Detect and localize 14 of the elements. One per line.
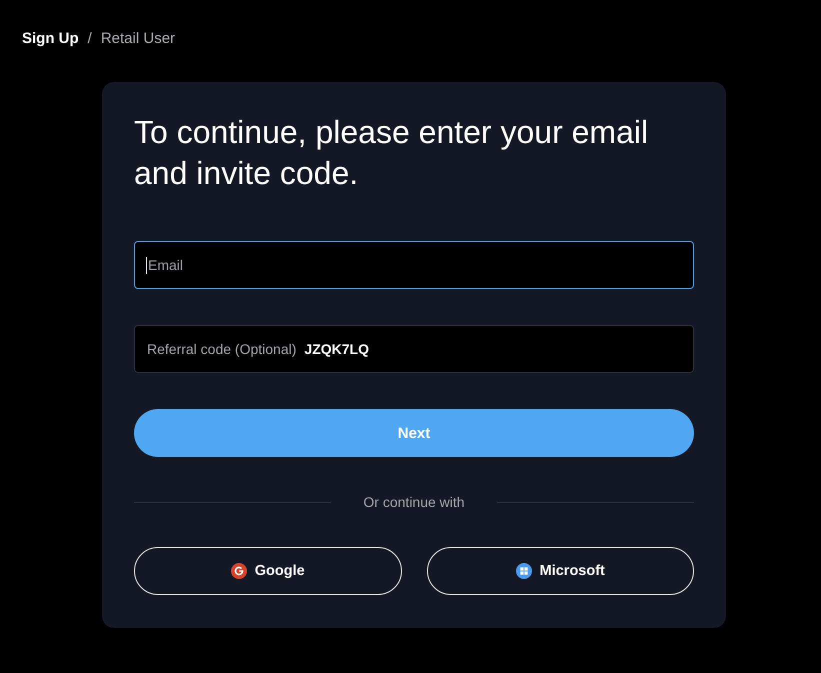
text-cursor-icon bbox=[146, 257, 147, 274]
card-title: To continue, please enter your email and invite code. bbox=[134, 113, 650, 193]
divider-text: Or continue with bbox=[363, 494, 465, 510]
breadcrumb-separator: / bbox=[88, 29, 92, 49]
field-label: Referral code (Optional) bbox=[147, 341, 296, 357]
g-letter-icon bbox=[230, 563, 247, 579]
referral-code-input[interactable]: JZQK7LQ bbox=[304, 341, 681, 357]
breadcrumb-link[interactable]: Sign Up bbox=[22, 29, 79, 49]
breadcrumb-current: Retail User bbox=[100, 29, 176, 49]
windows-icon bbox=[516, 563, 532, 579]
google-sign-in-button[interactable]: Google bbox=[134, 547, 402, 595]
email-field[interactable]: Email bbox=[134, 241, 694, 289]
microsoft-sign-in-button[interactable]: Microsoft bbox=[426, 547, 694, 595]
referral-code-field[interactable]: Referral code (Optional) JZQK7LQ bbox=[134, 325, 694, 373]
